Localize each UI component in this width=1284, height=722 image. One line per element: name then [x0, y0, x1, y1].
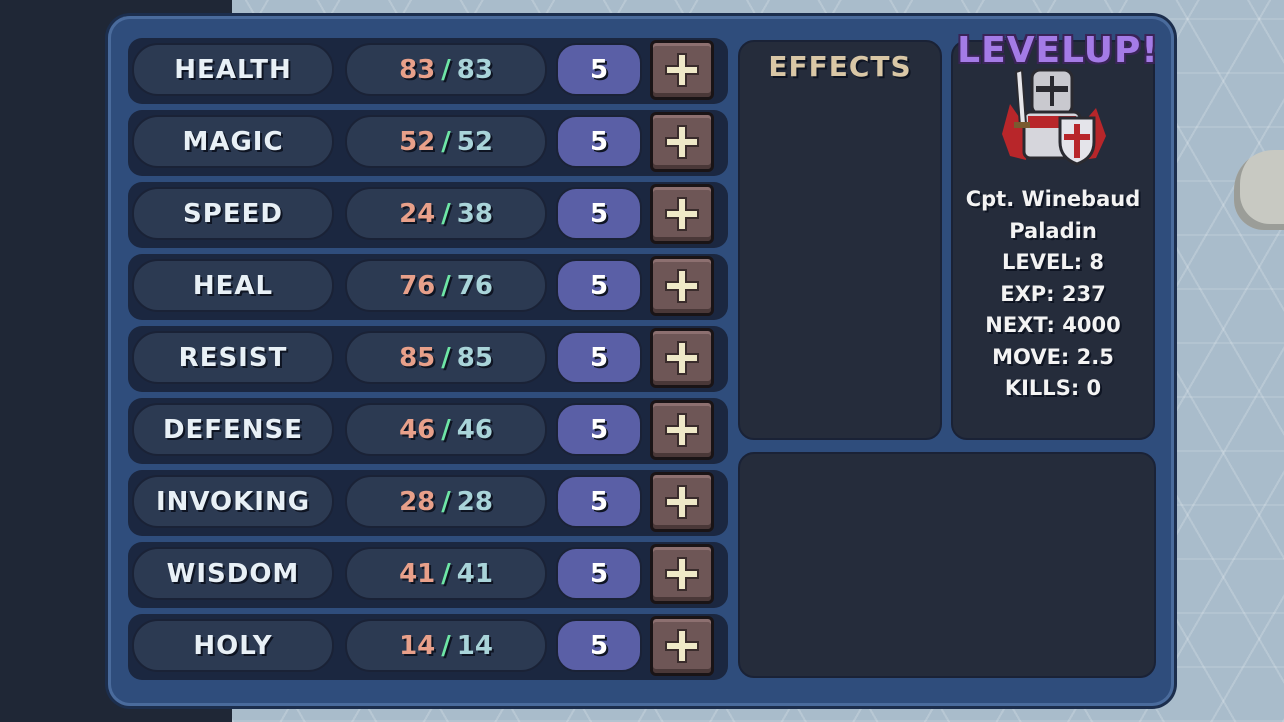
stat-separator: /	[441, 486, 451, 517]
stat-current: 24	[399, 198, 436, 229]
stat-row-wisdom: WISDOM 41/41 5	[128, 542, 728, 608]
stat-separator: /	[441, 270, 451, 301]
plus-icon	[665, 269, 699, 303]
stat-value: 28/28	[345, 475, 547, 528]
character-class: Paladin	[1009, 218, 1097, 243]
stat-cost: 5	[556, 403, 642, 456]
plus-icon	[665, 557, 699, 591]
character-name: Cpt. Winebaud	[965, 187, 1141, 211]
stat-separator: /	[441, 54, 451, 85]
stat-cost: 5	[556, 187, 642, 240]
stat-value: 41/41	[345, 547, 547, 600]
stat-label: DEFENSE	[132, 403, 334, 456]
stat-current: 76	[399, 270, 436, 301]
plus-icon	[665, 197, 699, 231]
stat-current: 14	[399, 630, 436, 661]
effects-panel: EFFECTS	[738, 40, 942, 440]
stat-row-heal: HEAL 76/76 5	[128, 254, 728, 320]
stat-current: 85	[399, 342, 436, 373]
increase-resist-button[interactable]	[650, 328, 714, 388]
plus-icon	[665, 413, 699, 447]
stat-value: 24/38	[345, 187, 547, 240]
stat-cost: 5	[556, 259, 642, 312]
stat-value: 14/14	[345, 619, 547, 672]
stat-cost: 5	[556, 547, 642, 600]
stat-separator: /	[441, 630, 451, 661]
stat-value: 83/83	[345, 43, 547, 96]
details-panel	[738, 452, 1156, 678]
character-kills: KILLS: 0	[1004, 376, 1102, 400]
stat-separator: /	[441, 342, 451, 373]
paladin-portrait-icon	[1002, 68, 1106, 166]
stat-label: HEAL	[132, 259, 334, 312]
stat-label: RESIST	[132, 331, 334, 384]
stat-current: 28	[399, 486, 436, 517]
character-exp: EXP: 237	[1000, 281, 1106, 306]
stat-row-holy: HOLY 14/14 5	[128, 614, 728, 680]
character-info: Cpt. Winebaud Paladin LEVEL: 8 EXP: 237 …	[951, 184, 1155, 405]
stat-max: 41	[456, 558, 493, 589]
increase-heal-button[interactable]	[650, 256, 714, 316]
plus-icon	[665, 341, 699, 375]
stat-current: 83	[399, 54, 436, 85]
stat-cost: 5	[556, 115, 642, 168]
stat-row-resist: RESIST 85/85 5	[128, 326, 728, 392]
stat-current: 52	[399, 126, 436, 157]
stat-separator: /	[441, 414, 451, 445]
stat-current: 41	[399, 558, 436, 589]
stat-row-health: HEALTH 83/83 5	[128, 38, 728, 104]
stat-max: 85	[456, 342, 493, 373]
stat-value: 46/46	[345, 403, 547, 456]
effects-title: EFFECTS	[768, 50, 912, 83]
stat-label: INVOKING	[132, 475, 334, 528]
stat-separator: /	[441, 198, 451, 229]
stat-row-magic: MAGIC 52/52 5	[128, 110, 728, 176]
stat-max: 28	[456, 486, 493, 517]
stat-label: HEALTH	[132, 43, 334, 96]
increase-magic-button[interactable]	[650, 112, 714, 172]
stat-max: 38	[456, 198, 493, 229]
stat-max: 83	[456, 54, 493, 85]
stat-cost: 5	[556, 43, 642, 96]
stat-cost: 5	[556, 475, 642, 528]
character-next: NEXT: 4000	[985, 313, 1121, 337]
stat-cost: 5	[556, 619, 642, 672]
increase-invoking-button[interactable]	[650, 472, 714, 532]
plus-icon	[665, 125, 699, 159]
stat-label: HOLY	[132, 619, 334, 672]
increase-defense-button[interactable]	[650, 400, 714, 460]
plus-icon	[665, 53, 699, 87]
stat-label: WISDOM	[132, 547, 334, 600]
stat-label: MAGIC	[132, 115, 334, 168]
stat-row-speed: SPEED 24/38 5	[128, 182, 728, 248]
character-move: MOVE: 2.5	[992, 344, 1114, 369]
stat-row-invoking: INVOKING 28/28 5	[128, 470, 728, 536]
stat-max: 52	[456, 126, 493, 157]
stat-max: 46	[456, 414, 493, 445]
stat-separator: /	[441, 558, 451, 589]
stat-separator: /	[441, 126, 451, 157]
character-level: LEVEL: 8	[1001, 250, 1105, 274]
character-stats-panel: HEALTH 83/83 5 MAGIC 52/52 5 SPEED 24/38…	[108, 16, 1174, 706]
stat-label: SPEED	[132, 187, 334, 240]
stat-value: 52/52	[345, 115, 547, 168]
plus-icon	[665, 485, 699, 519]
increase-holy-button[interactable]	[650, 616, 714, 676]
stat-cost: 5	[556, 331, 642, 384]
stat-value: 85/85	[345, 331, 547, 384]
increase-wisdom-button[interactable]	[650, 544, 714, 604]
stat-max: 76	[456, 270, 493, 301]
stat-current: 46	[399, 414, 436, 445]
increase-speed-button[interactable]	[650, 184, 714, 244]
stat-row-defense: DEFENSE 46/46 5	[128, 398, 728, 464]
plus-icon	[665, 629, 699, 663]
stat-max: 14	[456, 630, 493, 661]
stat-value: 76/76	[345, 259, 547, 312]
increase-health-button[interactable]	[650, 40, 714, 100]
